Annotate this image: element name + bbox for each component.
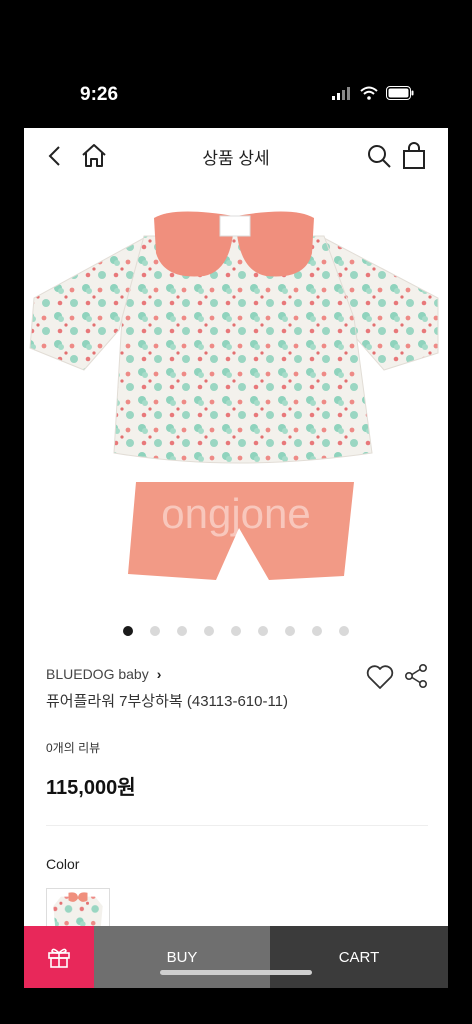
status-icons	[332, 86, 414, 100]
signal-icon	[332, 87, 350, 100]
search-icon[interactable]	[366, 143, 392, 169]
review-count[interactable]: 0개의 리뷰	[46, 739, 100, 756]
status-bar: 9:26	[0, 0, 472, 128]
gift-icon	[48, 948, 70, 968]
color-swatch[interactable]	[46, 888, 110, 928]
cart-button[interactable]: CART	[270, 926, 448, 988]
price: 115,000원	[46, 777, 136, 799]
color-option-label: Color	[46, 856, 80, 872]
carousel-dot[interactable]	[339, 626, 349, 636]
heart-icon[interactable]	[366, 664, 394, 690]
carousel-dot[interactable]	[150, 626, 160, 636]
carousel-dot[interactable]	[123, 626, 133, 636]
product-name: 퓨어플라워 7부상하복 (43113-610-11)	[46, 693, 289, 710]
brand-link[interactable]: BLUEDOG baby ›	[46, 666, 161, 682]
wifi-icon	[360, 86, 378, 100]
header: 상품 상세	[24, 128, 448, 184]
bottom-action-bar: BUY CART	[24, 926, 448, 988]
carousel-dots	[24, 626, 448, 636]
carousel-dot[interactable]	[177, 626, 187, 636]
carousel-dot[interactable]	[285, 626, 295, 636]
carousel-dot[interactable]	[204, 626, 214, 636]
buy-button[interactable]: BUY	[94, 926, 270, 988]
gift-button[interactable]	[24, 926, 94, 988]
chevron-right-icon: ›	[156, 666, 162, 682]
product-detail-screen: 상품 상세 ongjone BLUEDOG baby › 퓨어플라워 7부상하복…	[24, 128, 448, 988]
carousel-dot[interactable]	[231, 626, 241, 636]
battery-icon	[386, 86, 414, 100]
carousel-dot[interactable]	[258, 626, 268, 636]
status-time: 9:26	[80, 84, 119, 105]
divider	[46, 825, 428, 826]
product-image[interactable]: ongjone	[24, 198, 448, 598]
carousel-dot[interactable]	[312, 626, 322, 636]
share-icon[interactable]	[404, 663, 428, 689]
image-watermark: ongjone	[161, 490, 310, 537]
brand-name: BLUEDOG baby	[46, 666, 149, 682]
home-indicator[interactable]	[160, 970, 312, 975]
bag-icon[interactable]	[402, 142, 426, 170]
